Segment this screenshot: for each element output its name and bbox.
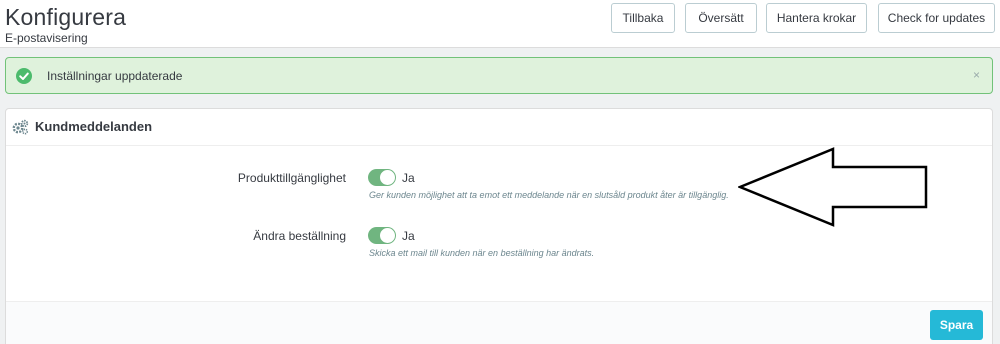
close-icon[interactable]: ×	[973, 68, 980, 82]
manage-hooks-button[interactable]: Hantera krokar	[766, 3, 867, 33]
help-text: Ger kunden möjlighet att ta emot ett med…	[369, 190, 729, 200]
order-change-toggle[interactable]	[368, 227, 396, 244]
product-availability-label: Produkttillgänglighet	[237, 171, 346, 185]
order-change-label: Ändra beställning	[253, 229, 346, 243]
panel-heading: Kundmeddelanden	[6, 109, 992, 146]
check-updates-button[interactable]: Check for updates	[878, 3, 995, 33]
translate-button[interactable]: Översätt	[685, 3, 757, 33]
toggle-knob	[380, 228, 395, 243]
success-alert: Inställningar uppdaterade ×	[5, 57, 993, 94]
back-button[interactable]: Tillbaka	[611, 3, 675, 33]
page-header: Konfigurera E-postavisering Tillbaka Öve…	[0, 0, 1000, 48]
toggle-value-label: Ja	[402, 229, 415, 243]
toggle-knob	[380, 170, 395, 185]
product-availability-toggle[interactable]	[368, 169, 396, 186]
save-button[interactable]: Spara	[930, 310, 983, 340]
panel-title: Kundmeddelanden	[35, 119, 153, 134]
page-subtitle: E-postavisering	[5, 31, 88, 45]
help-text: Skicka ett mail till kunden när en bestä…	[369, 248, 595, 258]
annotation-arrow	[738, 147, 928, 227]
panel-footer: Spara	[6, 301, 992, 344]
page-title: Konfigurera	[5, 4, 127, 30]
check-circle-icon	[16, 68, 32, 84]
alert-message: Inställningar uppdaterade	[47, 69, 183, 83]
toggle-value-label: Ja	[402, 171, 415, 185]
gears-icon	[12, 119, 29, 135]
